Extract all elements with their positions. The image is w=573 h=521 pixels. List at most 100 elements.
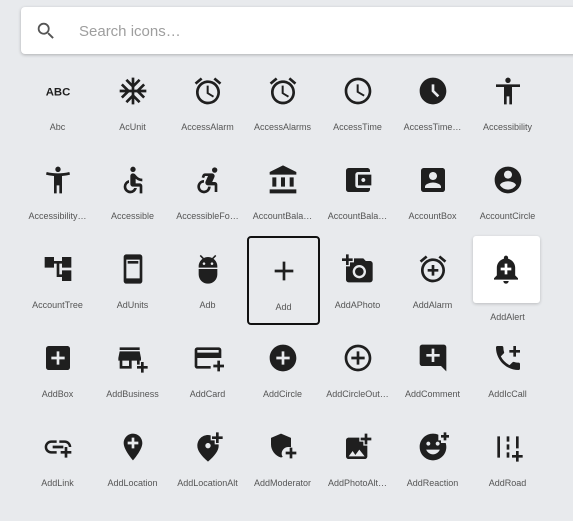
adb-icon — [192, 253, 224, 285]
icon-label: AddAlarm — [412, 300, 453, 310]
icon-label: Add — [275, 302, 292, 312]
add-moderator-icon — [267, 431, 299, 463]
icon-tile[interactable]: AddReaction — [396, 412, 469, 501]
account-tree-icon — [42, 253, 74, 285]
icon-tile[interactable]: AccountTree — [21, 234, 94, 323]
icon-label: AccountCircle — [479, 211, 536, 221]
icon-label: Abc — [49, 122, 66, 132]
add-business-icon — [117, 342, 149, 374]
icon-tile[interactable]: AccessTime — [321, 56, 394, 145]
icon-label: AddCircleOut… — [326, 389, 389, 399]
icon-tile[interactable]: AccountBala… — [321, 145, 394, 234]
icon-tile[interactable]: AddLocation — [96, 412, 169, 501]
account-box-icon — [417, 164, 449, 196]
icon-label: AddLocationAlt — [177, 478, 238, 488]
icon-label: AddComment — [404, 389, 461, 399]
add-comment-icon — [417, 342, 449, 374]
add-location-alt-icon — [192, 431, 224, 463]
icon-label: AddBusiness — [106, 389, 159, 399]
accessible-icon — [117, 164, 149, 196]
icon-label: AddRoad — [488, 478, 527, 488]
icon-label: AddCircle — [262, 389, 302, 399]
icon-tile[interactable]: AddComment — [396, 323, 469, 412]
icon-tile[interactable]: AddCircleOut… — [321, 323, 394, 412]
add-a-photo-icon — [342, 253, 374, 285]
access-time-filled-icon — [417, 75, 449, 107]
icon-label: AdUnits — [116, 300, 149, 310]
icon-label: AddAlert — [490, 312, 525, 322]
icon-tile[interactable]: AddBox — [21, 323, 94, 412]
icon-label: Adb — [199, 300, 216, 310]
add-alert-icon — [490, 253, 522, 285]
icon-tile[interactable]: AddLink — [21, 412, 94, 501]
add-reaction-icon — [417, 431, 449, 463]
icon-tile[interactable]: AddIcCall — [471, 323, 544, 412]
icon-label: AccessAlarm — [181, 122, 234, 132]
ac-unit-icon — [117, 75, 149, 107]
icon-tile[interactable]: Add — [247, 236, 320, 325]
icon-label: AccountBala… — [252, 211, 313, 221]
ad-units-icon — [117, 253, 149, 285]
account-circle-icon — [492, 164, 524, 196]
icon-label: AccessTime — [333, 122, 382, 132]
svg-text:ABC: ABC — [46, 87, 71, 99]
icon-label: AddIcCall — [488, 389, 527, 399]
icon-tile[interactable]: AdUnits — [96, 234, 169, 323]
add-circle-icon — [267, 342, 299, 374]
icon-label: AccessibleFo… — [176, 211, 239, 221]
add-card-icon — [192, 342, 224, 374]
icon-label: AddAPhoto — [334, 300, 381, 310]
accessibility-new-icon — [42, 164, 74, 196]
icon-label: AccountTree — [32, 300, 83, 310]
icon-tile[interactable]: AcUnit — [96, 56, 169, 145]
accessible-forward-icon — [192, 164, 224, 196]
icon-tile[interactable]: Accessibility — [471, 56, 544, 145]
icon-tile[interactable]: AddCircle — [246, 323, 319, 412]
icon-tile[interactable]: AddRoad — [471, 412, 544, 501]
icon-tile[interactable]: AccessTime… — [396, 56, 469, 145]
icon-tile[interactable]: AccessibleFo… — [171, 145, 244, 234]
icon-label: AddModerator — [253, 478, 312, 488]
icon-label: Accessibility… — [28, 211, 87, 221]
add-location-icon — [117, 431, 149, 463]
icon-label: AccessTime… — [403, 122, 462, 132]
icon-tile[interactable]: AccessAlarms — [246, 56, 319, 145]
icon-tile[interactable]: AddCard — [171, 323, 244, 412]
icon-label: AcUnit — [119, 122, 146, 132]
icon-label: AccountBox — [408, 211, 457, 221]
accessibility-icon — [492, 75, 524, 107]
add-icon — [268, 255, 300, 287]
icon-label: AddLink — [41, 478, 74, 488]
icon-tile[interactable]: AddPhotoAlt… — [321, 412, 394, 501]
add-box-icon — [42, 342, 74, 374]
add-ic-call-icon — [492, 342, 524, 374]
add-alarm-icon — [417, 253, 449, 285]
icon-tile[interactable]: ABC Abc — [21, 56, 94, 145]
icon-label: AddLocation — [107, 478, 158, 488]
icon-tile[interactable]: AddAlert — [473, 236, 540, 322]
add-photo-alternate-icon — [342, 431, 374, 463]
icon-tile[interactable]: Accessibility… — [21, 145, 94, 234]
icon-tile[interactable]: AccountBox — [396, 145, 469, 234]
icon-tile[interactable]: Adb — [171, 234, 244, 323]
icon-tile[interactable]: AccessAlarm — [171, 56, 244, 145]
icon-label: AddBox — [41, 389, 74, 399]
add-link-icon — [42, 431, 74, 463]
icon-tile[interactable]: AccountBala… — [246, 145, 319, 234]
icon-grid: ABC Abc AcUnit AccessAlarm AccessAlarms Acces… — [21, 0, 573, 521]
icon-tile[interactable]: AddLocationAlt — [171, 412, 244, 501]
icon-tile[interactable]: Accessible — [96, 145, 169, 234]
access-alarm-icon — [192, 75, 224, 107]
icon-tile[interactable]: AddAlarm — [396, 234, 469, 323]
icon-tile[interactable]: AccountCircle — [471, 145, 544, 234]
add-circle-outline-icon — [342, 342, 374, 374]
icon-tile[interactable]: AddBusiness — [96, 323, 169, 412]
icon-tile[interactable]: AddModerator — [246, 412, 319, 501]
icon-label: Accessible — [110, 211, 155, 221]
icon-tile[interactable]: AddAPhoto — [321, 234, 394, 323]
icon-label: AccountBala… — [327, 211, 388, 221]
account-balance-icon — [267, 164, 299, 196]
icon-label: AddReaction — [406, 478, 459, 488]
icon-label: AddPhotoAlt… — [327, 478, 388, 488]
access-alarms-icon — [267, 75, 299, 107]
